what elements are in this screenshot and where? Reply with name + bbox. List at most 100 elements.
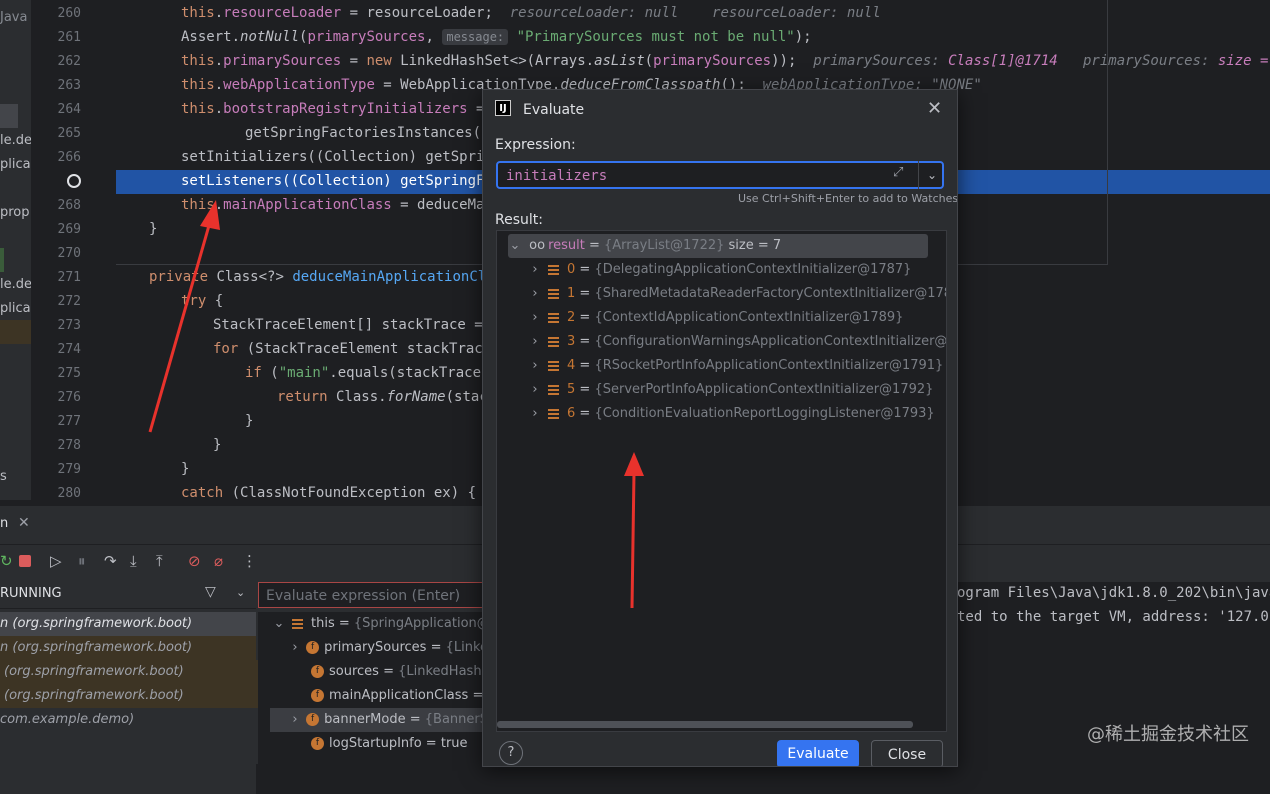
line-number[interactable]: 268 (31, 198, 81, 213)
stop-icon[interactable] (19, 555, 31, 567)
frame-item[interactable]: com.example.demo) (0, 708, 256, 732)
result-root-row[interactable]: ⌄ oo result = {ArrayList@1722} size = 7 (508, 234, 928, 258)
line-number[interactable]: 274 (31, 342, 81, 357)
list-element-icon (548, 336, 559, 347)
code-line: this.resourceLoader = resourceLoader; re… (181, 5, 881, 21)
line-number[interactable]: 260 (31, 6, 81, 21)
variable-row[interactable]: › f bannerMode = {BannerS (270, 708, 488, 732)
variable-row[interactable]: ⌄ this = {SpringApplication@1 (258, 612, 499, 636)
code-line: Assert.notNull(primarySources, message: … (181, 29, 812, 45)
resume-icon[interactable]: ▷ (50, 552, 62, 570)
line-number[interactable]: 269 (31, 222, 81, 237)
line-number[interactable]: 272 (31, 294, 81, 309)
frame-item[interactable]: n (org.springframework.boot) (0, 612, 256, 636)
disabled-breakpoint-icon[interactable] (67, 174, 81, 188)
chevron-right-icon[interactable]: › (528, 306, 542, 330)
line-number[interactable]: 261 (31, 30, 81, 45)
line-number[interactable]: 266 (31, 150, 81, 165)
debug-tab-label[interactable]: n (0, 516, 8, 531)
project-item[interactable]: prop (0, 205, 30, 220)
variable-name: mainApplicationClass (329, 688, 469, 703)
close-tab-icon[interactable]: ✕ (18, 515, 30, 531)
chevron-right-icon[interactable]: › (528, 378, 542, 402)
right-margin-guide (1107, 0, 1108, 264)
item-value: {DelegatingApplicationContextInitializer… (594, 262, 912, 277)
close-button[interactable]: Close (871, 740, 943, 766)
watch-hint: Use Ctrl+Shift+Enter to add to Watches (738, 192, 958, 205)
horizontal-scrollbar[interactable] (497, 721, 913, 728)
variable-row[interactable]: fmainApplicationClass = n (258, 684, 496, 708)
evaluate-expression-field[interactable]: Evaluate expression (Enter) (258, 582, 488, 608)
chevron-right-icon[interactable]: › (528, 402, 542, 426)
variable-row[interactable]: f logStartupInfo = true (258, 732, 488, 756)
result-item-row[interactable]: › 5 = {ServerPortInfoApplicationContextIn… (528, 378, 946, 402)
result-tree[interactable]: ⌄ oo result = {ArrayList@1722} size = 7 ›… (496, 230, 947, 732)
chevron-right-icon[interactable]: › (528, 258, 542, 282)
step-over-icon[interactable]: ↷ (104, 552, 117, 570)
chevron-down-icon[interactable]: ⌄ (508, 234, 522, 258)
line-number[interactable]: 262 (31, 54, 81, 69)
project-item[interactable]: le.de (0, 133, 31, 148)
line-number[interactable]: 273 (31, 318, 81, 333)
line-number[interactable]: 270 (31, 246, 81, 261)
filter-icon[interactable]: ▽ (205, 584, 216, 600)
line-number[interactable]: 277 (31, 414, 81, 429)
more-icon[interactable]: ⋮ (242, 552, 257, 570)
line-number[interactable]: 265 (31, 126, 81, 141)
rerun-icon[interactable]: ↻ (0, 552, 13, 570)
project-item[interactable]: plica (0, 157, 31, 172)
project-item[interactable]: s (0, 469, 7, 484)
inline-hint-value: size = 1 (1217, 53, 1269, 69)
chevron-right-icon[interactable]: › (528, 354, 542, 378)
frames-list: n (org.springframework.boot) n (org.spri… (0, 612, 260, 794)
help-button[interactable]: ? (499, 741, 523, 765)
result-item-row[interactable]: › 3 = {ConfigurationWarningsApplicationCo… (528, 330, 946, 354)
result-item-row[interactable]: › 2 = {ContextIdApplicationContextInitial… (528, 306, 946, 330)
mute-breakpoints-icon[interactable]: ⌀ (214, 552, 223, 570)
frame-item[interactable]: n (org.springframework.boot) (0, 636, 256, 660)
line-number[interactable]: 280 (31, 486, 81, 501)
code-line: } (181, 461, 190, 477)
history-dropdown-icon[interactable]: ⌄ (918, 161, 945, 189)
close-icon[interactable]: ✕ (927, 98, 942, 119)
code-line: setInitializers((Collection) getSpring (181, 149, 502, 165)
project-item[interactable]: le.de (0, 277, 31, 292)
pause-icon[interactable]: ⏸ (78, 552, 86, 570)
chevron-right-icon[interactable]: › (528, 282, 542, 306)
expression-input[interactable] (504, 165, 888, 187)
vcs-marker (0, 248, 4, 272)
step-out-icon[interactable]: ⤒ (156, 552, 163, 570)
line-number[interactable]: 264 (31, 102, 81, 117)
frame-item[interactable]: (org.springframework.boot) (0, 660, 260, 684)
result-item-row[interactable]: › 0 = {DelegatingApplicationContextInitia… (528, 258, 946, 282)
variable-row[interactable]: f sources = {LinkedHashS (258, 660, 490, 684)
thread-selector[interactable]: RUNNING ▽ ⌄ (0, 582, 256, 609)
view-breakpoints-icon[interactable]: ⊘ (188, 552, 201, 570)
line-number[interactable]: 279 (31, 462, 81, 477)
code-line: getSpringFactoriesInstances(Bo (245, 125, 498, 141)
line-number[interactable]: 275 (31, 366, 81, 381)
result-item-row[interactable]: › 1 = {SharedMetadataReaderFactoryContext… (528, 282, 946, 306)
project-item[interactable]: Java (0, 10, 27, 25)
chevron-right-icon[interactable]: › (528, 330, 542, 354)
line-number[interactable]: 278 (31, 438, 81, 453)
line-number[interactable]: 276 (31, 390, 81, 405)
chevron-down-icon[interactable]: ⌄ (236, 586, 245, 599)
variable-row[interactable]: › f primarySources = {Linke (258, 636, 488, 660)
step-into-icon[interactable]: ⤓ (130, 552, 137, 570)
expand-icon[interactable]: ⤢ (893, 165, 903, 180)
field-icon: f (311, 665, 324, 678)
frame-item[interactable]: (org.springframework.boot) (0, 684, 260, 708)
watermark: @稀土掘金技术社区 (1087, 724, 1249, 745)
list-element-icon (548, 408, 559, 419)
result-item-row[interactable]: › 6 = {ConditionEvaluationReportLoggingLi… (528, 402, 946, 426)
line-number[interactable]: 271 (31, 270, 81, 285)
project-selected-row[interactable] (0, 104, 18, 128)
expression-field[interactable]: ⤢ ⌄ (496, 161, 944, 189)
result-item-row[interactable]: › 4 = {RSocketPortInfoApplicationContextI… (528, 354, 946, 378)
line-number[interactable]: 263 (31, 78, 81, 93)
project-item[interactable]: plica (0, 301, 31, 316)
field-icon: f (306, 713, 320, 726)
evaluate-button[interactable]: Evaluate (777, 740, 859, 766)
variable-value: {LinkedHashS (398, 664, 490, 679)
